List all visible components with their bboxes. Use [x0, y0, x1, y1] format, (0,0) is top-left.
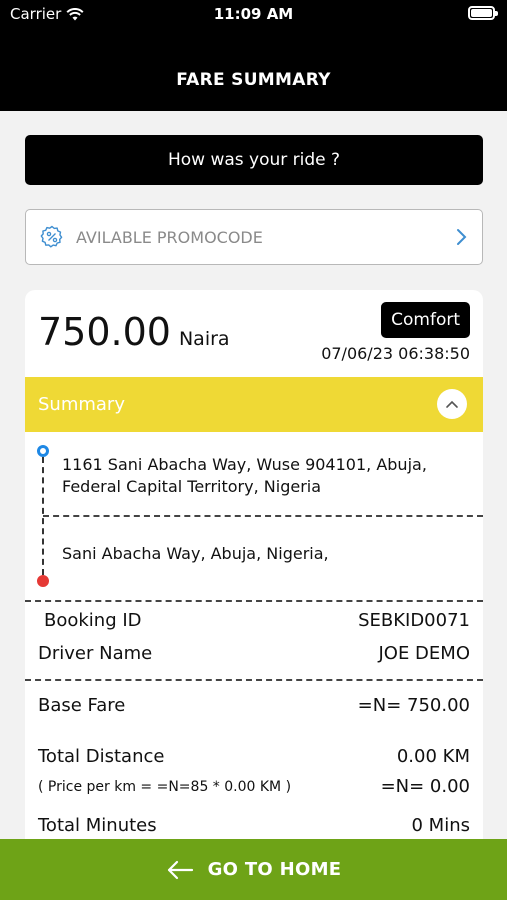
- price-per-km-value: =N= 0.00: [380, 776, 470, 797]
- chevron-right-icon: [457, 229, 467, 245]
- pickup-marker-icon: [37, 445, 49, 457]
- booking-id-label: Booking ID: [44, 610, 142, 631]
- route-divider: [43, 515, 483, 517]
- total-minutes-value: 0 Mins: [411, 815, 471, 836]
- battery-icon: [468, 6, 498, 20]
- summary-label: Summary: [38, 394, 125, 415]
- dropoff-address: Sani Abacha Way, Abuja, Nigeria,: [62, 544, 329, 563]
- promocode-label: AVILABLE PROMOCODE: [76, 227, 263, 247]
- go-to-home-label: GO TO HOME: [207, 859, 342, 880]
- route-section: 1161 Sani Abacha Way, Wuse 904101, Abuja…: [25, 432, 483, 602]
- driver-name-label: Driver Name: [38, 643, 153, 664]
- top-bar: Carrier 11:09 AM FARE SUMMARY: [0, 0, 507, 111]
- promocode-button[interactable]: AVILABLE PROMOCODE: [25, 209, 483, 265]
- total-minutes-row: Total Minutes 0 Mins: [38, 815, 470, 836]
- driver-name-value: JOE DEMO: [378, 643, 470, 664]
- total-minutes-label: Total Minutes: [38, 815, 157, 836]
- base-fare-row: Base Fare =N= 750.00: [38, 695, 470, 716]
- price-per-km-label: ( Price per km = =N=85 * 0.00 KM ): [38, 779, 292, 795]
- chevron-up-icon: [446, 400, 458, 408]
- page-title: FARE SUMMARY: [176, 70, 331, 90]
- status-time: 11:09 AM: [213, 5, 294, 23]
- status-bar: Carrier 11:09 AM: [0, 0, 507, 30]
- percent-badge-icon: [40, 225, 63, 248]
- collapse-button[interactable]: [437, 389, 467, 419]
- section-divider: [25, 600, 483, 602]
- arrow-left-icon: [167, 860, 193, 879]
- ride-datetime: 07/06/23 06:38:50: [321, 344, 470, 363]
- total-distance-label: Total Distance: [38, 746, 165, 767]
- base-fare-label: Base Fare: [38, 695, 126, 716]
- total-distance-value: 0.00 KM: [396, 746, 470, 767]
- booking-id-row: Booking ID SEBKID0071: [38, 610, 470, 631]
- pickup-address: 1161 Sani Abacha Way, Wuse 904101, Abuja…: [62, 455, 427, 496]
- total-distance-row: Total Distance 0.00 KM: [38, 746, 470, 767]
- go-to-home-button[interactable]: GO TO HOME: [0, 839, 507, 900]
- vehicle-type-badge: Comfort: [381, 302, 470, 338]
- booking-id-value: SEBKID0071: [358, 610, 470, 631]
- price-per-km-row: ( Price per km = =N=85 * 0.00 KM ) =N= 0…: [38, 776, 470, 797]
- fare-amount: 750.00 Naira: [38, 310, 230, 354]
- fare-value: 750.00: [38, 310, 171, 354]
- base-fare-value: =N= 750.00: [357, 695, 470, 716]
- summary-header[interactable]: Summary: [25, 377, 483, 432]
- rate-ride-button[interactable]: How was your ride ?: [25, 135, 483, 185]
- dropoff-marker-icon: [37, 575, 49, 587]
- fare-card: 750.00 Naira Comfort 07/06/23 06:38:50 S…: [25, 290, 483, 850]
- fare-currency: Naira: [178, 328, 230, 350]
- driver-name-row: Driver Name JOE DEMO: [38, 643, 470, 664]
- section-divider: [25, 679, 483, 681]
